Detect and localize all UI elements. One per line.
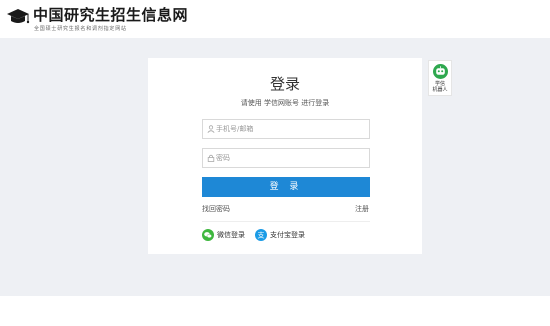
robot-icon <box>433 64 448 79</box>
logo-subtitle: 全国硕士研究生报名和调剂指定网站 <box>34 26 127 32</box>
username-input[interactable] <box>216 120 366 138</box>
site-header: 中国研究生招生信息网 全国硕士研究生报名和调剂指定网站 <box>0 0 550 38</box>
wechat-login-label: 微信登录 <box>217 231 245 239</box>
alipay-login-button[interactable]: 支 支付宝登录 <box>255 229 311 241</box>
password-field[interactable] <box>202 148 370 168</box>
wechat-icon <box>202 229 214 241</box>
alipay-icon: 支 <box>255 229 267 241</box>
wechat-login-button[interactable]: 微信登录 <box>202 229 250 241</box>
logo-title: 中国研究生招生信息网 <box>33 6 189 24</box>
alipay-login-label: 支付宝登录 <box>270 231 305 239</box>
user-icon <box>207 125 215 133</box>
login-subtitle: 请使用 学信网账号 进行登录 <box>240 99 330 107</box>
register-link[interactable]: 注册 <box>355 204 369 214</box>
robot-label-line2: 机器人 <box>432 87 448 93</box>
divider <box>202 221 370 222</box>
login-button[interactable]: 登 录 <box>202 177 370 197</box>
login-card: 登录 请使用 学信网账号 进行登录 登 录 找回密码 注册 微信登录 支 支付宝… <box>148 58 422 254</box>
forgot-password-link[interactable]: 找回密码 <box>202 204 230 214</box>
password-input[interactable] <box>216 149 366 167</box>
alipay-icon-glyph: 支 <box>258 231 265 240</box>
page-footer <box>0 296 550 326</box>
login-title: 登录 <box>269 75 300 93</box>
graduation-cap-icon <box>7 9 30 24</box>
site-logo[interactable]: 中国研究生招生信息网 全国硕士研究生报名和调剂指定网站 <box>6 6 196 34</box>
robot-label: 学信 机器人 <box>429 81 451 93</box>
lock-icon <box>207 154 215 162</box>
robot-assistant-button[interactable]: 学信 机器人 <box>428 60 452 96</box>
username-field[interactable] <box>202 119 370 139</box>
